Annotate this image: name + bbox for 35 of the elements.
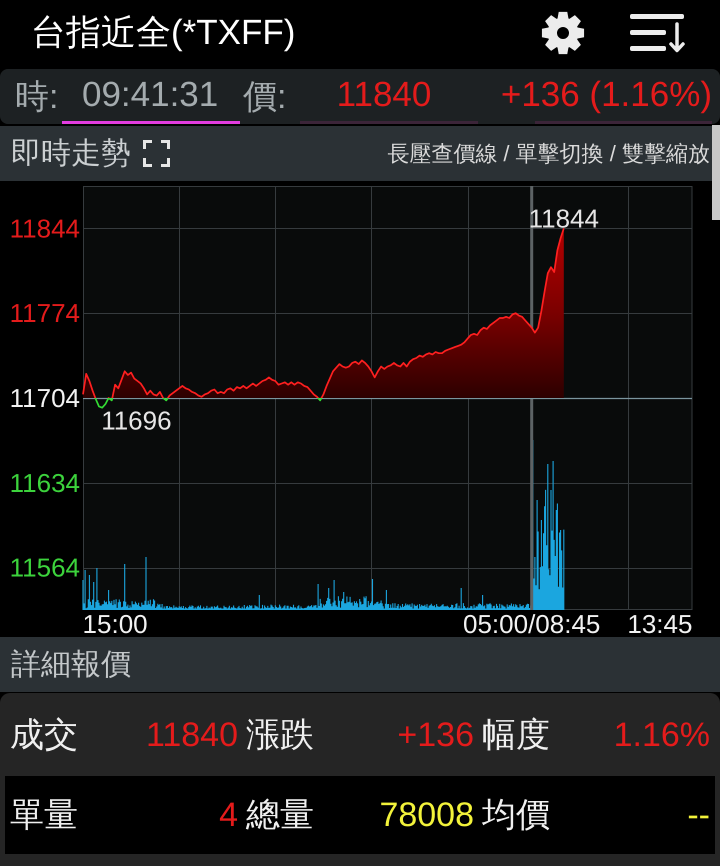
quote-value: 11840 bbox=[336, 75, 432, 115]
x-axis-label: 15:00 bbox=[82, 609, 148, 637]
scrollbar-thumb[interactable] bbox=[712, 125, 720, 220]
low-price-label: 11696 bbox=[101, 406, 172, 436]
quote-value: 09:41:31 bbox=[82, 75, 218, 115]
section-title: 詳細報價 bbox=[11, 646, 131, 682]
y-axis-label: 11844 bbox=[10, 213, 80, 244]
x-axis-label: 05:00/08:45 bbox=[463, 609, 600, 637]
y-axis-label: 11704 bbox=[10, 383, 80, 413]
x-axis-label: 13:45 bbox=[627, 609, 692, 637]
field-label: 單量 bbox=[10, 795, 78, 835]
settings-icon[interactable] bbox=[541, 11, 585, 55]
screen-title: 台指近全(*TXFF) bbox=[31, 12, 296, 54]
field-value: 4 bbox=[219, 795, 238, 835]
expand-icon[interactable] bbox=[143, 140, 170, 167]
field-value: -- bbox=[687, 795, 710, 835]
field-value: 11840 bbox=[146, 714, 238, 754]
field-label: 成交 bbox=[10, 714, 78, 754]
field-value: +136 bbox=[397, 714, 474, 754]
y-axis-label: 11634 bbox=[10, 468, 80, 498]
field-value: 78008 bbox=[379, 795, 474, 835]
field-label: 幅度 bbox=[482, 714, 550, 754]
quote-value: +136 (1.16%) bbox=[500, 75, 712, 115]
chart-hint: 長壓查價線 / 單擊切換 / 雙擊縮放 bbox=[387, 140, 710, 168]
field-label: 總量 bbox=[246, 795, 314, 835]
high-price-label: 11844 bbox=[528, 203, 599, 234]
field-label: 漲跌 bbox=[246, 714, 314, 754]
quote-label: 時: bbox=[15, 76, 60, 116]
field-value: 1.16% bbox=[614, 714, 710, 754]
sort-list-icon[interactable] bbox=[630, 13, 686, 53]
section-title: 即時走勢 bbox=[11, 136, 131, 172]
field-label: 均價 bbox=[482, 795, 550, 835]
y-axis-label: 11564 bbox=[10, 552, 80, 583]
quote-label: 價: bbox=[243, 76, 288, 116]
y-axis-label: 11774 bbox=[10, 298, 80, 328]
